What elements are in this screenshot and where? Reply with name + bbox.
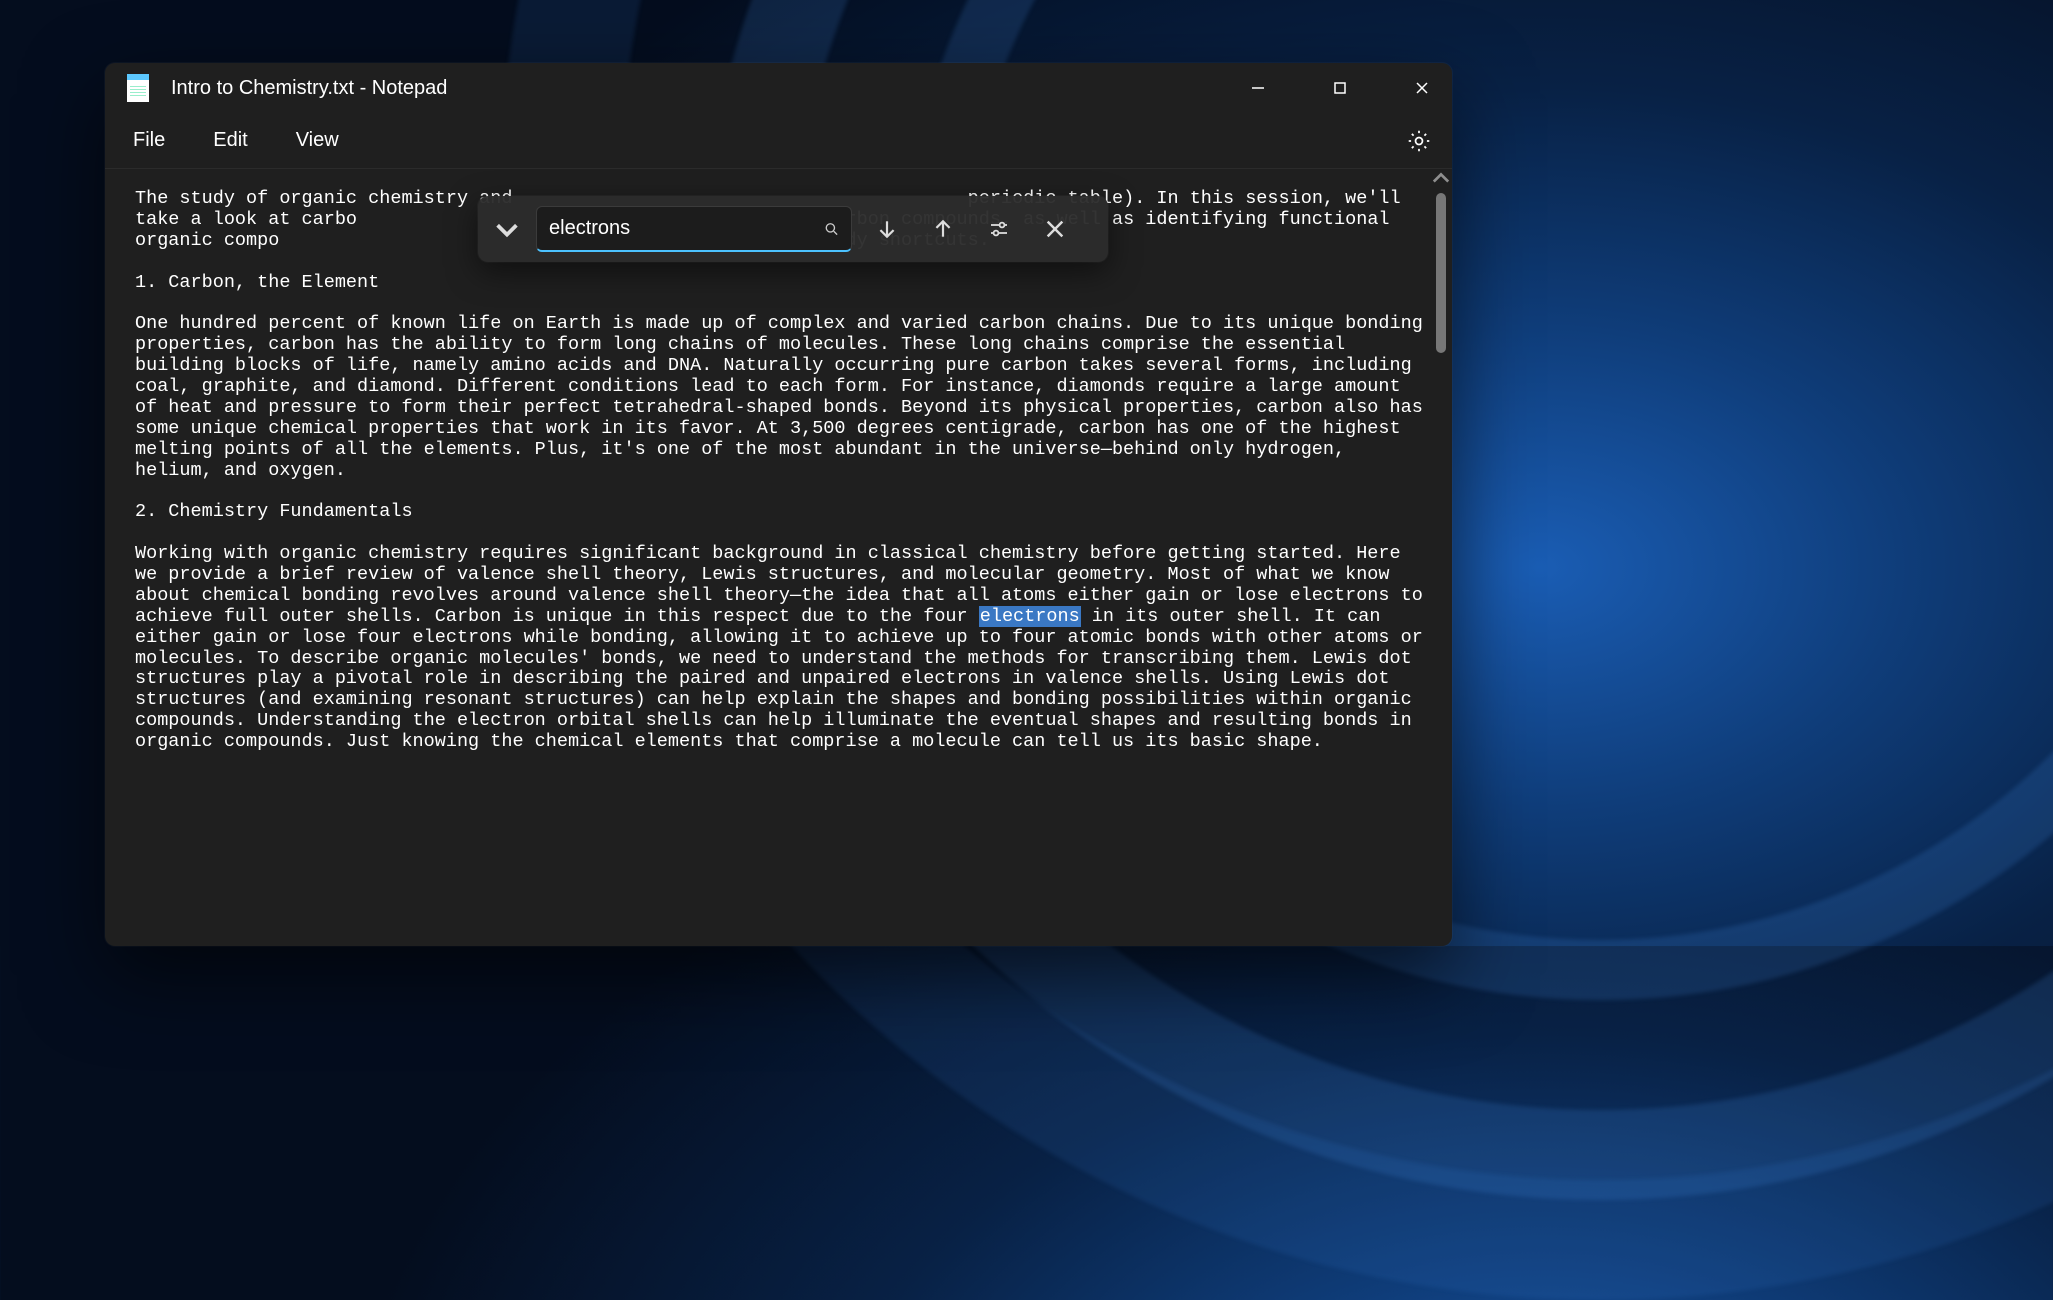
maximize-icon	[1332, 80, 1348, 96]
gear-icon	[1406, 128, 1432, 154]
section-heading: 1. Carbon, the Element	[135, 272, 379, 293]
menu-edit[interactable]: Edit	[213, 129, 247, 152]
notepad-app-icon	[127, 74, 149, 102]
titlebar: Intro to Chemistry.txt - Notepad	[105, 63, 1452, 113]
find-close-button[interactable]	[1034, 208, 1076, 250]
arrow-up-icon	[932, 218, 954, 240]
maximize-button[interactable]	[1310, 63, 1370, 113]
window-title: Intro to Chemistry.txt - Notepad	[171, 77, 447, 100]
sliders-icon	[988, 218, 1010, 240]
arrow-down-icon	[876, 218, 898, 240]
menubar: File Edit View	[105, 113, 1452, 169]
search-icon	[824, 219, 839, 239]
body-text: The study of organic chemistry and	[135, 189, 524, 209]
close-icon	[1414, 80, 1430, 96]
menu-file[interactable]: File	[133, 129, 165, 152]
find-previous-button[interactable]	[922, 208, 964, 250]
find-next-button[interactable]	[866, 208, 908, 250]
close-icon	[1044, 218, 1066, 240]
find-options-button[interactable]	[978, 208, 1020, 250]
minimize-button[interactable]	[1228, 63, 1288, 113]
body-text: One hundred percent of known life on Ear…	[135, 313, 1428, 480]
settings-button[interactable]	[1394, 116, 1444, 166]
find-expand-toggle[interactable]	[492, 214, 522, 244]
chevron-up-icon	[1432, 169, 1450, 187]
search-highlight: electrons	[979, 606, 1081, 627]
body-text: in its outer shell. It can either gain o…	[135, 606, 1428, 752]
section-heading: 2. Chemistry Fundamentals	[135, 501, 413, 522]
close-button[interactable]	[1392, 63, 1452, 113]
minimize-icon	[1250, 80, 1266, 96]
text-editor[interactable]: The study of organic chemistry and its r…	[105, 189, 1428, 946]
scrollbar-up-button[interactable]	[1432, 169, 1450, 187]
scrollbar-thumb[interactable]	[1436, 193, 1446, 353]
editor-area: The study of organic chemistry and its r…	[105, 169, 1452, 946]
find-input[interactable]	[549, 217, 814, 240]
vertical-scrollbar[interactable]	[1432, 169, 1450, 946]
find-bar	[478, 196, 1108, 262]
chevron-down-icon	[492, 214, 522, 244]
menu-view[interactable]: View	[296, 129, 339, 152]
find-input-container	[536, 206, 852, 252]
